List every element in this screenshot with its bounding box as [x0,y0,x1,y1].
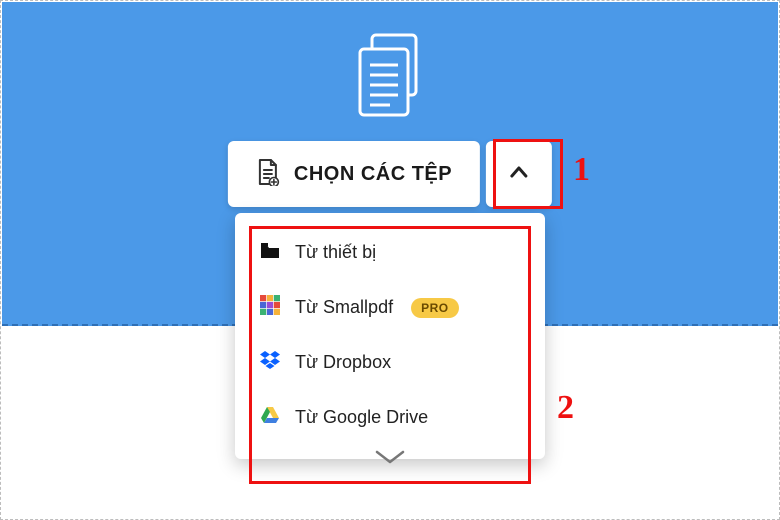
menu-item-label: Từ Smallpdf [295,297,393,318]
folder-icon [259,239,281,266]
choose-files-row: CHỌN CÁC TỆP [228,141,552,207]
choose-files-button[interactable]: CHỌN CÁC TỆP [228,141,480,207]
annotation-number-2: 2 [557,389,574,427]
google-drive-icon [259,404,281,431]
source-dropdown-menu: Từ thiết bị Từ Smallpdf PRO [235,213,545,459]
chevron-down-icon [373,448,407,473]
documents-icon [350,31,430,128]
pro-badge: PRO [411,298,459,318]
menu-item-dropbox[interactable]: Từ Dropbox [235,335,545,390]
dropbox-icon [259,349,281,376]
chevron-up-icon [507,160,531,189]
app-frame: CHỌN CÁC TỆP Từ thiết bị [0,0,780,520]
file-add-icon [256,158,280,191]
menu-item-label: Từ Dropbox [295,352,391,373]
menu-item-label: Từ Google Drive [295,407,428,428]
source-dropdown-toggle[interactable] [486,141,552,207]
menu-item-label: Từ thiết bị [295,242,376,263]
choose-files-label: CHỌN CÁC TỆP [294,163,452,186]
menu-item-google-drive[interactable]: Từ Google Drive [235,390,545,445]
smallpdf-icon [259,294,281,321]
menu-item-smallpdf[interactable]: Từ Smallpdf PRO [235,280,545,335]
menu-item-device[interactable]: Từ thiết bị [235,225,545,280]
